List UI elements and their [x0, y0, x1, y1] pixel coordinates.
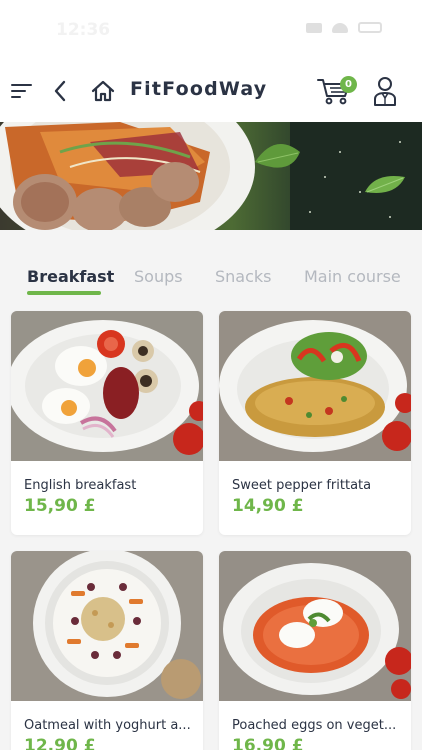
cart-count-badge: 0 [340, 76, 357, 93]
status-bar: 12:36 [0, 0, 422, 60]
product-card[interactable]: Sweet pepper frittata 14,90 £ [219, 311, 411, 535]
status-time: 12:36 [56, 20, 111, 40]
product-price: 15,90 £ [24, 496, 96, 516]
product-name: Oatmeal with yoghurt a... [24, 718, 191, 733]
product-image [219, 551, 411, 701]
status-icons [306, 22, 382, 33]
active-tab-indicator [27, 291, 101, 295]
hero-banner[interactable] [0, 122, 422, 230]
product-name: Sweet pepper frittata [232, 478, 372, 493]
product-image [219, 311, 411, 461]
product-price: 14,90 £ [232, 496, 304, 516]
app-title: FitFoodWay [130, 78, 268, 100]
battery-icon [358, 22, 382, 33]
category-tabs: Breakfast Soups Snacks Main course [0, 230, 422, 300]
tab-soups[interactable]: Soups [134, 267, 183, 286]
profile-icon[interactable] [368, 60, 402, 122]
product-card[interactable]: Oatmeal with yoghurt a... 12,90 £ [11, 551, 203, 750]
signal-icon [306, 22, 322, 33]
wifi-icon [332, 22, 348, 33]
product-price: 16,90 £ [232, 736, 304, 750]
tab-breakfast[interactable]: Breakfast [27, 267, 114, 286]
tab-main-course[interactable]: Main course [304, 267, 401, 286]
tab-snacks[interactable]: Snacks [215, 267, 272, 286]
product-name: English breakfast [24, 478, 137, 493]
product-card[interactable]: English breakfast 15,90 £ [11, 311, 203, 535]
home-icon[interactable] [88, 60, 118, 122]
product-card[interactable]: Poached eggs on veget... 16,90 £ [219, 551, 411, 750]
product-name: Poached eggs on veget... [232, 718, 397, 733]
product-price: 12,90 £ [24, 736, 96, 750]
menu-icon[interactable] [8, 60, 36, 122]
product-image [11, 551, 203, 701]
back-icon[interactable] [46, 60, 74, 122]
product-image [11, 311, 203, 461]
app-header: FitFoodWay 0 [0, 60, 422, 122]
